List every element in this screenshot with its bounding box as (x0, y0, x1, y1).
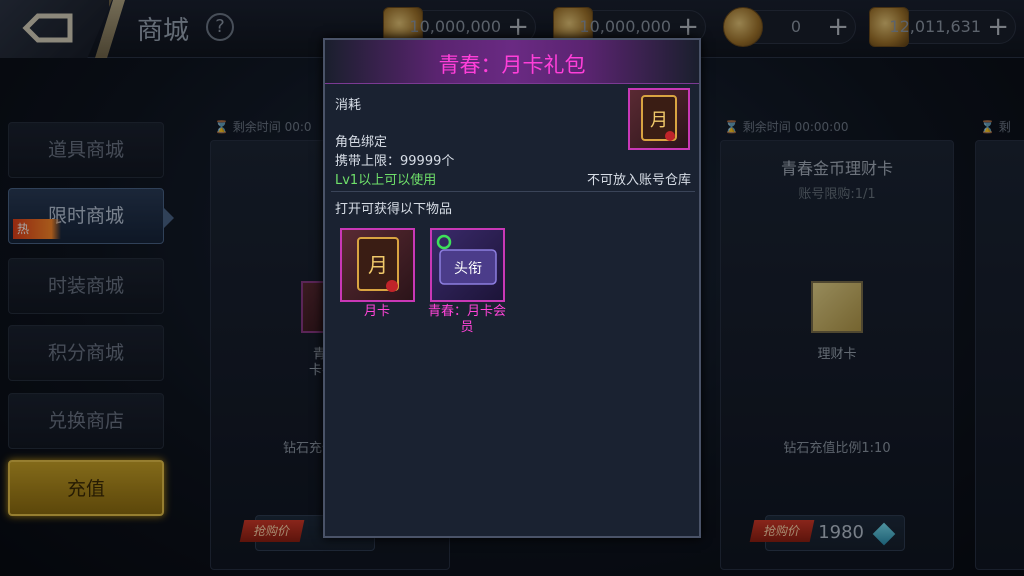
title-card-icon: 头衔 (436, 234, 497, 285)
svg-text:月: 月 (368, 253, 388, 277)
month-card-icon: 月 (357, 237, 399, 292)
warehouse-note: 不可放入账号仓库 (586, 173, 691, 188)
open-rewards-label: 打开可获得以下物品 (335, 202, 453, 217)
reward-month-card[interactable]: 月 (340, 228, 415, 302)
bind-label: 角色绑定 (335, 135, 388, 150)
consume-label: 消耗 (335, 98, 362, 113)
modal-header: 青春：月卡礼包 (325, 40, 699, 84)
modal-title: 青春：月卡礼包 (438, 53, 586, 77)
item-detail-modal: 青春：月卡礼包 消耗 月 角色绑定 携带上限：99999个 Lv1以上可以使用 … (323, 38, 701, 538)
reward-name: 月卡 (363, 304, 390, 319)
svg-text:头衔: 头衔 (454, 261, 482, 277)
month-card-icon: 月 (641, 95, 677, 141)
carry-limit-label: 携带上限：99999个 (335, 154, 455, 169)
divider (331, 191, 695, 192)
reward-name: 青春：月卡会员 (427, 304, 506, 335)
svg-text:月: 月 (650, 110, 668, 131)
level-requirement-label: Lv1以上可以使用 (335, 173, 437, 188)
reward-member-title[interactable]: 头衔 (430, 228, 505, 302)
gift-pack-icon[interactable]: 月 (628, 88, 690, 150)
